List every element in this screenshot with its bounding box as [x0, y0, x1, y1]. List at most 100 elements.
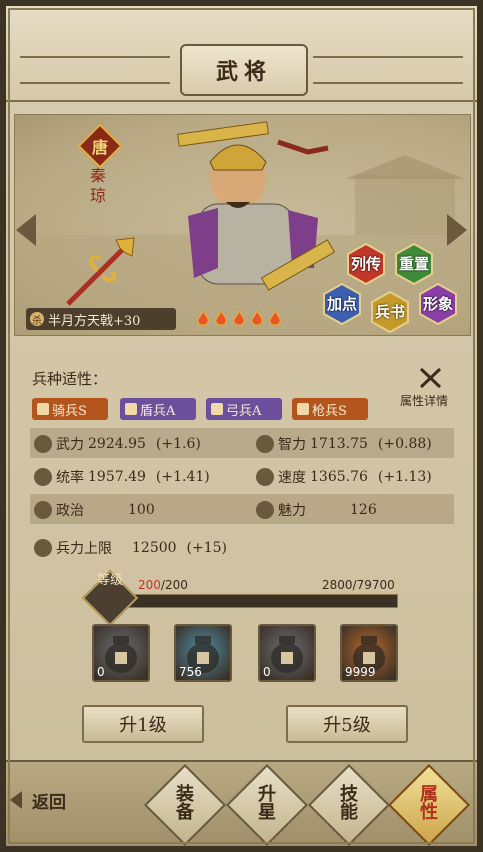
page-title: 武将 — [215, 59, 272, 85]
stat-intel-label: 智力 — [278, 437, 306, 453]
stat-speed-value: 1365.76 — [310, 469, 368, 485]
exp-item-count: 9999 — [345, 665, 376, 679]
action-hex-label: 形象 — [422, 294, 453, 313]
flame-star-icon — [233, 310, 245, 326]
exp-item-slot[interactable]: 0 — [92, 624, 150, 682]
stat-intel-bonus: (+0.88) — [377, 436, 432, 452]
exp-item-count: 756 — [179, 665, 202, 679]
flame-star-icon — [269, 310, 281, 326]
halberd-icon[interactable] — [60, 232, 140, 312]
level-up-5-button[interactable]: 升5级 — [286, 705, 408, 743]
weapon-label: 半月方天戟+30 — [48, 313, 141, 329]
troop-type-icon — [37, 403, 49, 415]
action-hex-button[interactable]: 形象 — [416, 282, 460, 326]
stat-politics: 政治 100 — [34, 500, 155, 520]
stat-politics-value: 100 — [128, 502, 155, 518]
exp-item-count: 0 — [97, 665, 105, 679]
troop-type-icon — [297, 403, 309, 415]
stat-intel: 智力 1713.75 (+0.88) — [256, 434, 432, 454]
politics-icon — [34, 501, 52, 519]
charm-icon — [256, 501, 274, 519]
weapon-kill-badge: 杀 — [30, 312, 44, 327]
stat-force: 武力 2924.95 (+1.6) — [34, 434, 201, 454]
exp-readout: 2800/79700 — [322, 578, 395, 592]
action-hex-button[interactable]: 重置 — [392, 242, 436, 286]
stat-intel-value: 1713.75 — [310, 436, 368, 452]
next-hero-arrow-icon[interactable] — [447, 214, 467, 246]
exp-item-slot[interactable]: 0 — [258, 624, 316, 682]
troop-cap-icon — [34, 539, 52, 557]
exp-bar — [118, 594, 398, 608]
troop-type-icon — [125, 403, 137, 415]
back-arrow-icon — [10, 791, 22, 809]
level-up-1-button[interactable]: 升1级 — [82, 705, 204, 743]
speed-icon — [256, 468, 274, 486]
stat-command: 统率 1957.49 (+1.41) — [34, 467, 210, 487]
weapon-bar[interactable]: 杀 半月方天戟+30 — [26, 308, 176, 330]
top-bar: 武将 — [0, 0, 483, 102]
level-label: 等级 — [96, 573, 123, 588]
level-max: /200 — [160, 578, 188, 592]
stat-troop-cap: 兵力上限 12500 (+15) — [34, 538, 227, 558]
header-ornament-left — [20, 56, 170, 84]
stat-speed: 速度 1365.76 (+1.13) — [256, 467, 432, 487]
exp-item-slot[interactable]: 9999 — [340, 624, 398, 682]
back-label: 返回 — [32, 792, 66, 813]
action-hex-button[interactable]: 列传 — [344, 242, 388, 286]
troop-tag-label: 枪兵S — [312, 403, 347, 419]
exp-item-count: 0 — [263, 665, 271, 679]
stat-force-bonus: (+1.6) — [155, 436, 201, 452]
action-hex-label: 列传 — [350, 254, 381, 273]
stat-politics-label: 政治 — [56, 503, 84, 519]
hero-name: 秦琼 — [89, 166, 106, 205]
troop-tag: 盾兵A — [120, 398, 196, 420]
exp-item-slot[interactable]: 756 — [174, 624, 232, 682]
stat-charm-value: 126 — [350, 502, 377, 518]
intel-icon — [256, 435, 274, 453]
back-button[interactable]: 返回 — [8, 784, 84, 816]
flame-star-icon — [251, 310, 263, 326]
force-icon — [34, 435, 52, 453]
stat-force-value: 2924.95 — [88, 436, 146, 452]
troop-tag-label: 弓兵A — [226, 403, 262, 419]
troop-tag: 弓兵A — [206, 398, 282, 420]
star-flames — [196, 310, 282, 328]
stat-command-bonus: (+1.41) — [155, 469, 210, 485]
prev-hero-arrow-icon[interactable] — [16, 214, 36, 246]
action-hex-label: 兵书 — [374, 302, 405, 321]
general-portrait — [177, 121, 336, 291]
flame-star-icon — [197, 310, 209, 326]
command-icon — [34, 468, 52, 486]
stat-force-label: 武力 — [56, 437, 84, 453]
faction-text: 唐 — [91, 138, 108, 157]
crossed-swords-icon[interactable] — [418, 366, 444, 390]
stat-command-label: 统率 — [56, 470, 84, 486]
title-plate: 武将 — [180, 44, 308, 96]
stat-speed-label: 速度 — [278, 470, 306, 486]
troop-tag-label: 盾兵A — [140, 403, 176, 419]
stat-speed-bonus: (+1.13) — [377, 469, 432, 485]
stat-command-value: 1957.49 — [88, 469, 146, 485]
troop-tag-label: 骑兵S — [52, 403, 87, 419]
stat-troop-cap-value: 12500 — [132, 540, 177, 556]
action-hex-button[interactable]: 兵书 — [368, 290, 412, 334]
stat-troop-cap-label: 兵力上限 — [56, 541, 112, 557]
general-screen: 武将 唐 秦琼 杀 半月方天戟+30 列传 重置 加点 兵书 形象 兵种适性： … — [0, 0, 483, 852]
action-hex-button[interactable]: 加点 — [320, 282, 364, 326]
nav-tab-label: 技能 — [340, 784, 360, 823]
troop-type-icon — [211, 403, 223, 415]
attribute-detail-link[interactable]: 属性详情 — [400, 392, 448, 409]
action-hex-label: 加点 — [326, 294, 357, 313]
nav-tab-label: 属性 — [420, 784, 440, 823]
flame-star-icon — [215, 310, 227, 326]
troop-tag: 枪兵S — [292, 398, 368, 420]
header-ornament-right — [313, 56, 463, 84]
stat-troop-cap-bonus: (+15) — [186, 540, 228, 556]
level-current: 200 — [138, 578, 161, 592]
stat-charm-label: 魅力 — [278, 503, 306, 519]
level-readout: 200/200 — [138, 578, 188, 592]
action-hex-label: 重置 — [398, 254, 429, 273]
stat-charm: 魅力 126 — [256, 500, 377, 520]
nav-tab-label: 装备 — [176, 784, 196, 823]
troop-aptitude-title: 兵种适性： — [32, 370, 108, 388]
